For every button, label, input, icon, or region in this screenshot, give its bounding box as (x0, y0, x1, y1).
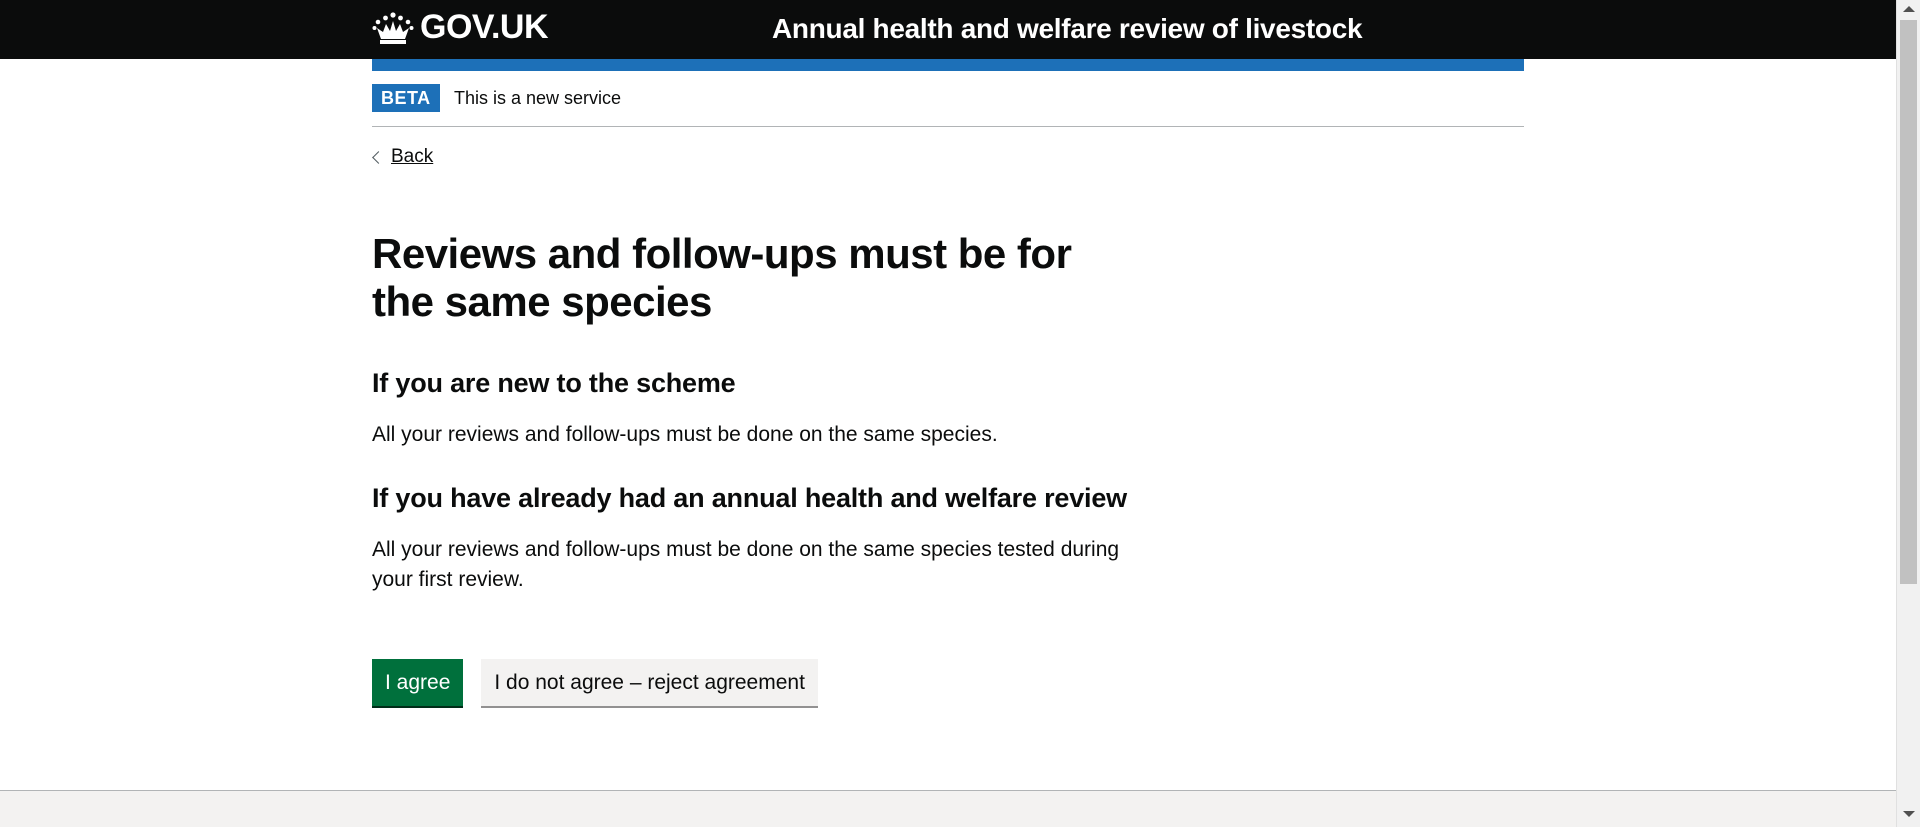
vertical-scrollbar[interactable] (1896, 0, 1920, 827)
header-container: GOV.UK Annual health and welfare review … (372, 0, 1524, 59)
phase-banner-text: This is a new service (454, 88, 622, 108)
page-title: Reviews and follow-ups must be for the s… (372, 230, 1072, 325)
site-footer (0, 790, 1896, 827)
section-heading-existing: If you have already had an annual health… (372, 483, 1127, 513)
crown-icon (372, 11, 414, 44)
main-content: Reviews and follow-ups must be for the s… (372, 230, 1142, 626)
back-link[interactable]: Back (391, 146, 433, 168)
scrollbar-thumb[interactable] (1900, 20, 1917, 584)
logo-text: GOV.UK (420, 8, 549, 46)
scroll-down-arrow-icon[interactable] (1903, 811, 1915, 817)
phase-banner: BETA This is a new service (372, 71, 1524, 127)
section-body-existing: All your reviews and follow-ups must be … (372, 538, 1120, 591)
agree-button[interactable]: I agree (372, 659, 464, 706)
section-body-new: All your reviews and follow-ups must be … (372, 423, 998, 446)
back-link-container: Back (372, 146, 433, 168)
section-heading-new: If you are new to the scheme (372, 368, 736, 398)
service-name[interactable]: Annual health and welfare review of live… (772, 13, 1363, 45)
govuk-logo-link[interactable]: GOV.UK (372, 8, 549, 47)
header-blue-bar (372, 59, 1524, 71)
site-header: GOV.UK Annual health and welfare review … (0, 0, 1896, 59)
button-group: I agree I do not agree – reject agreemen… (372, 659, 818, 706)
beta-tag: BETA (372, 84, 440, 112)
scroll-up-arrow-icon[interactable] (1903, 6, 1915, 12)
reject-agreement-button[interactable]: I do not agree – reject agreement (481, 659, 818, 706)
chevron-left-icon (372, 150, 385, 164)
